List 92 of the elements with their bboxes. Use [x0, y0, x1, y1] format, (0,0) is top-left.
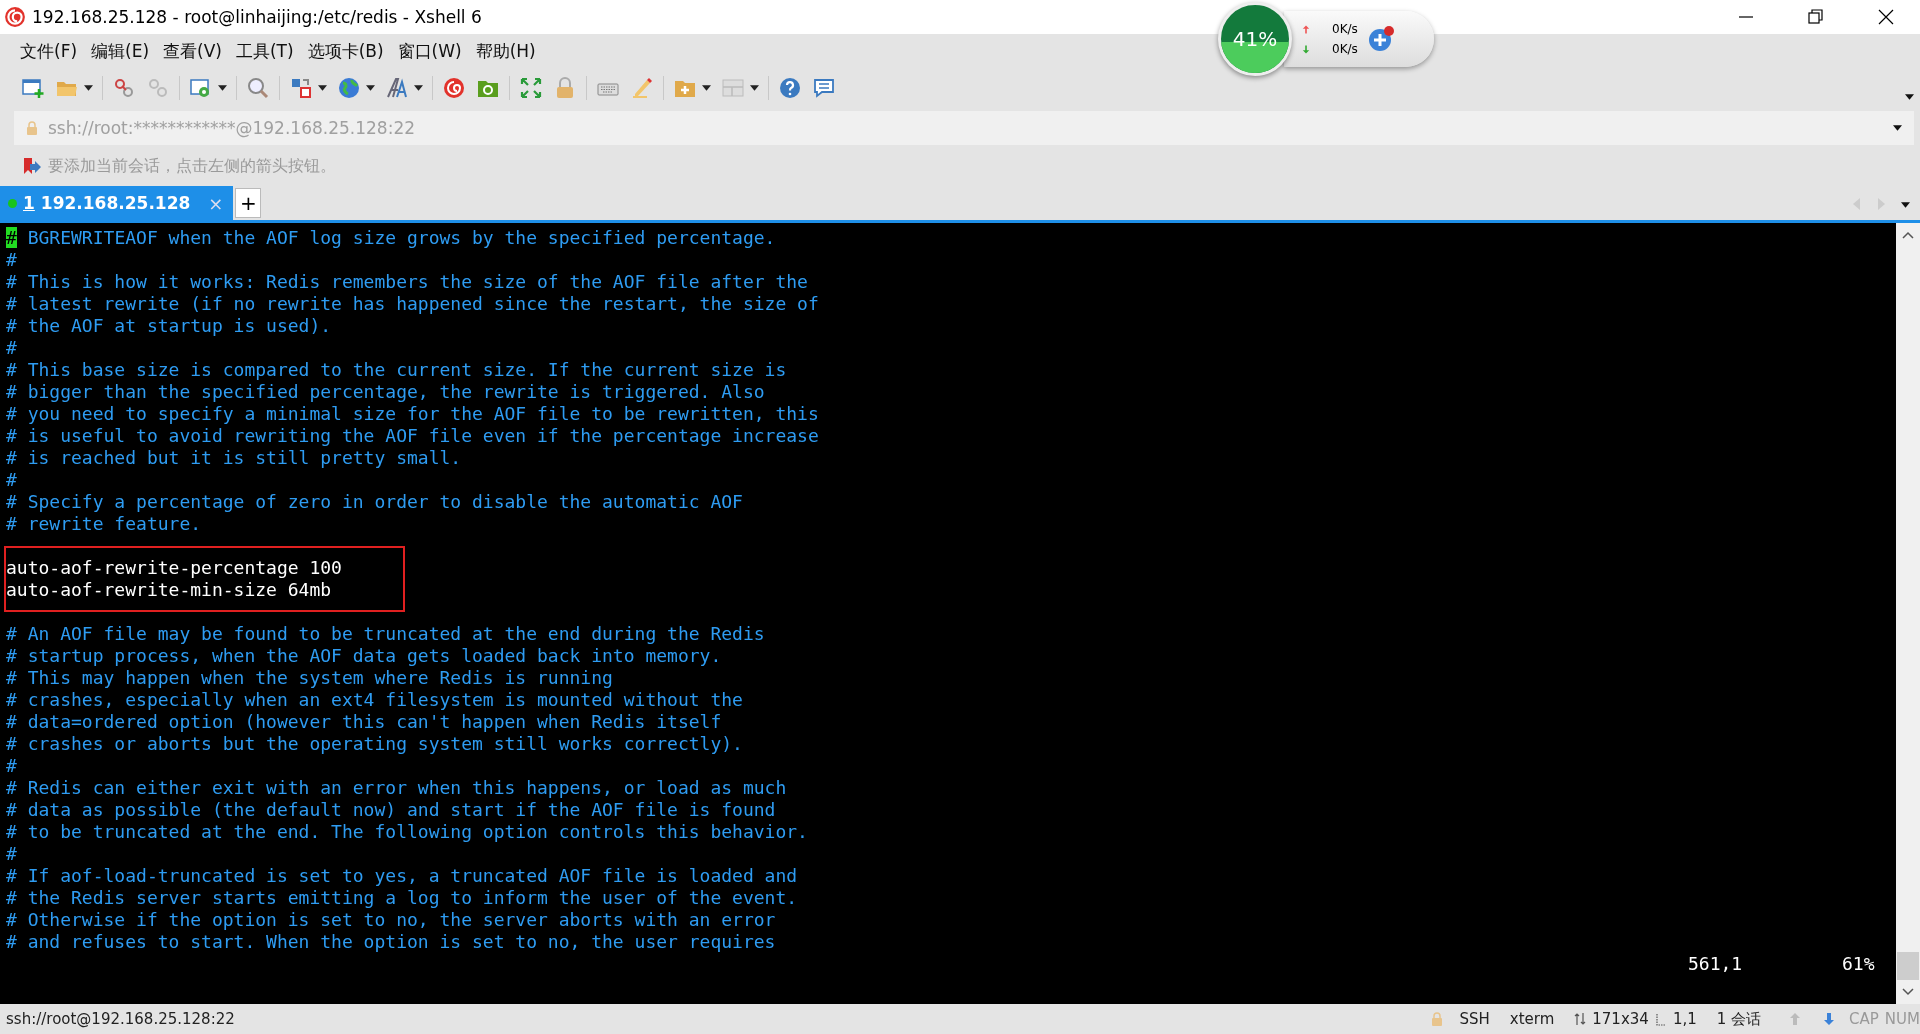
terminal-line: # to be truncated at the end. The following option controls this behavior. — [6, 821, 808, 842]
download-arrow-icon — [1302, 43, 1310, 55]
resize-arrows-icon — [1574, 1012, 1587, 1026]
terminal-line: # This may happen when the system where Redis is running — [6, 667, 613, 688]
lock-icon — [1431, 1012, 1444, 1026]
terminal-line: # startup process, when the AOF data gets loaded back into memory. — [6, 645, 722, 666]
caret-icon[interactable] — [1901, 202, 1910, 208]
cursor-position-icon — [1654, 1012, 1667, 1026]
terminal-line: # Otherwise if the option is set to no, the server aborts with an error — [6, 909, 776, 930]
status-terminal-type: xterm — [1509, 1010, 1555, 1028]
terminal-line: # Redis can either exit with an error when this happens, or load as much — [6, 777, 787, 798]
scroll-percent: 61% — [1842, 953, 1875, 975]
terminal-line: # — [6, 469, 17, 490]
terminal-line: # An AOF file may be found to be truncated at the end during the Redis — [6, 623, 765, 644]
terminal-line: # This base size is compared to the current size. If the current size is — [6, 359, 787, 380]
download-arrow-icon — [1823, 1012, 1836, 1026]
terminal-line: # data as possible (the default now) and start if the AOF file is found — [6, 799, 776, 820]
globe-icon[interactable] — [337, 76, 361, 100]
status-connection: ssh://root@192.168.25.128:22 — [6, 1010, 235, 1028]
close-icon[interactable] — [1876, 7, 1896, 27]
menu-item[interactable]: 工具(T) — [229, 39, 302, 63]
menu-item[interactable]: 查看(V) — [157, 39, 230, 63]
app-icon — [4, 6, 26, 28]
terminal-line: # — [6, 249, 17, 270]
upload-rate: 0K/s — [1332, 22, 1358, 36]
font-icon[interactable] — [385, 76, 409, 100]
swirl-icon[interactable] — [442, 76, 466, 100]
lock-icon — [26, 121, 38, 135]
terminal-line: # If aof-load-truncated is set to yes, a truncated AOF file is loaded and — [6, 865, 798, 886]
caret-icon[interactable] — [318, 85, 327, 91]
bookmark-arrow-icon[interactable] — [22, 156, 42, 176]
search-icon[interactable] — [246, 76, 270, 100]
terminal-line: # is useful to avoid rewriting the AOF file even if the percentage increase — [6, 425, 819, 446]
config-line: auto-aof-rewrite-percentage 100 — [6, 557, 342, 578]
terminal-line: # crashes or aborts but the operating system still works correctly). — [6, 733, 743, 754]
caret-icon[interactable] — [218, 85, 227, 91]
terminal-line: # crashes, especially when an ext4 filesystem is mounted without the — [6, 689, 743, 710]
terminal-line: # latest rewrite (if no rewrite has happened since the restart, the size of — [6, 293, 819, 314]
scrollbar[interactable] — [1896, 223, 1920, 1004]
caret-icon[interactable] — [702, 85, 711, 91]
new-tab-button[interactable]: + — [235, 188, 262, 218]
cursor-position: 561,1 — [1688, 953, 1744, 975]
caret-icon[interactable] — [84, 85, 93, 91]
caret-icon[interactable] — [414, 85, 423, 91]
terminal-line: # Specify a percentage of zero in order to disable the automatic AOF — [6, 491, 743, 512]
caret-icon[interactable] — [366, 85, 375, 91]
network-widget[interactable]: 0K/s 0K/s — [1284, 11, 1434, 67]
status-protocol: SSH — [1459, 1010, 1490, 1028]
caret-icon[interactable] — [1893, 125, 1902, 131]
cursor: # — [6, 227, 17, 248]
config-line: auto-aof-rewrite-min-size 64mb — [6, 579, 332, 600]
scroll-up-icon[interactable] — [1902, 231, 1914, 239]
terminal-line: # data=ordered option (however this can't happen when Redis itself — [6, 711, 722, 732]
new-session-icon[interactable] — [21, 76, 45, 100]
upload-arrow-icon — [1789, 1012, 1802, 1026]
terminal-line: # — [6, 337, 17, 358]
terminal-line: # — [6, 843, 17, 864]
transfer-icon[interactable] — [289, 76, 313, 100]
menu-item[interactable]: 编辑(E) — [85, 39, 158, 63]
address-text: ssh://root:************@192.168.25.128:22 — [48, 118, 416, 138]
terminal-line: # bigger than the specified percentage, the rewrite is triggered. Also — [6, 381, 765, 402]
menu-item[interactable]: 选项卡(B) — [301, 39, 392, 63]
menu-item[interactable]: 帮助(H) — [469, 39, 544, 63]
caret-icon[interactable] — [750, 85, 759, 91]
menu-item[interactable]: 文件(F) — [14, 39, 86, 63]
status-cursor: 1,1 — [1672, 1010, 1697, 1028]
download-rate: 0K/s — [1332, 42, 1358, 56]
num-indicator: NUM — [1884, 1010, 1920, 1028]
fullscreen-icon[interactable] — [519, 76, 543, 100]
connect-icon[interactable] — [112, 76, 136, 100]
status-size: 171x34 — [1592, 1010, 1649, 1028]
caret-icon[interactable] — [1905, 94, 1914, 100]
chat-icon[interactable] — [812, 76, 836, 100]
help-icon[interactable] — [778, 76, 802, 100]
terminal-line: # the Redis server starts emitting a log to inform the user of the event. — [6, 887, 798, 908]
scroll-down-icon[interactable] — [1902, 988, 1914, 996]
upload-arrow-icon — [1302, 23, 1310, 35]
terminal-line: # is reached but it is still pretty small. — [6, 447, 462, 468]
terminal-line: # the AOF at startup is used). — [6, 315, 332, 336]
terminal-line: # — [6, 755, 17, 776]
terminal-line: # you need to specify a minimal size for the AOF file to be rewritten, this — [6, 403, 819, 424]
menu-item[interactable]: 窗口(W) — [391, 39, 470, 63]
caps-indicator: CAP — [1849, 1010, 1879, 1028]
terminal-line: # This is how it works: Redis remembers the size of the AOF file after the — [6, 271, 808, 292]
scroll-thumb[interactable] — [1897, 952, 1919, 980]
terminal-line: BGREWRITEAOF when the AOF log size grows by the specified percentage. — [26, 227, 776, 248]
window-title: 192.168.25.128 - root@linhaijing:/etc/redis - Xshell 6 — [32, 7, 482, 27]
terminal-line: # rewrite feature. — [6, 513, 202, 534]
status-sessions: 1 会话 — [1716, 1009, 1762, 1029]
info-text: 要添加当前会话，点击左侧的箭头按钮。 — [48, 155, 336, 177]
restore-icon[interactable] — [1806, 7, 1826, 27]
terminal-line: # and refuses to start. When the option is set to no, the user requires — [6, 931, 776, 952]
